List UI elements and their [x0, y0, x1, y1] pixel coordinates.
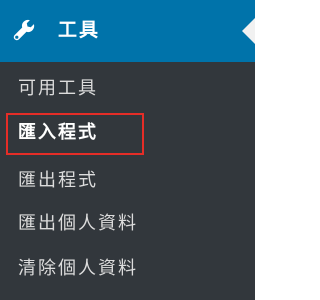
tools-menu-label: 工具: [58, 19, 101, 41]
wrench-icon: [13, 19, 35, 41]
current-menu-arrow: [242, 18, 255, 44]
submenu-item-erase-personal-data[interactable]: 清除個人資料: [18, 257, 138, 281]
tools-admin-menu: 工具 可用工具 匯入程式 匯出程式 匯出個人資料 清除個人資料: [0, 0, 255, 300]
submenu-item-export[interactable]: 匯出程式: [18, 169, 98, 193]
selected-item-highlight: [6, 113, 144, 155]
tools-menu-header[interactable]: 工具: [0, 0, 255, 62]
submenu-item-available-tools[interactable]: 可用工具: [18, 77, 98, 101]
submenu-item-export-personal-data[interactable]: 匯出個人資料: [18, 212, 138, 236]
tools-submenu: 可用工具 匯入程式 匯出程式 匯出個人資料 清除個人資料: [0, 62, 255, 300]
